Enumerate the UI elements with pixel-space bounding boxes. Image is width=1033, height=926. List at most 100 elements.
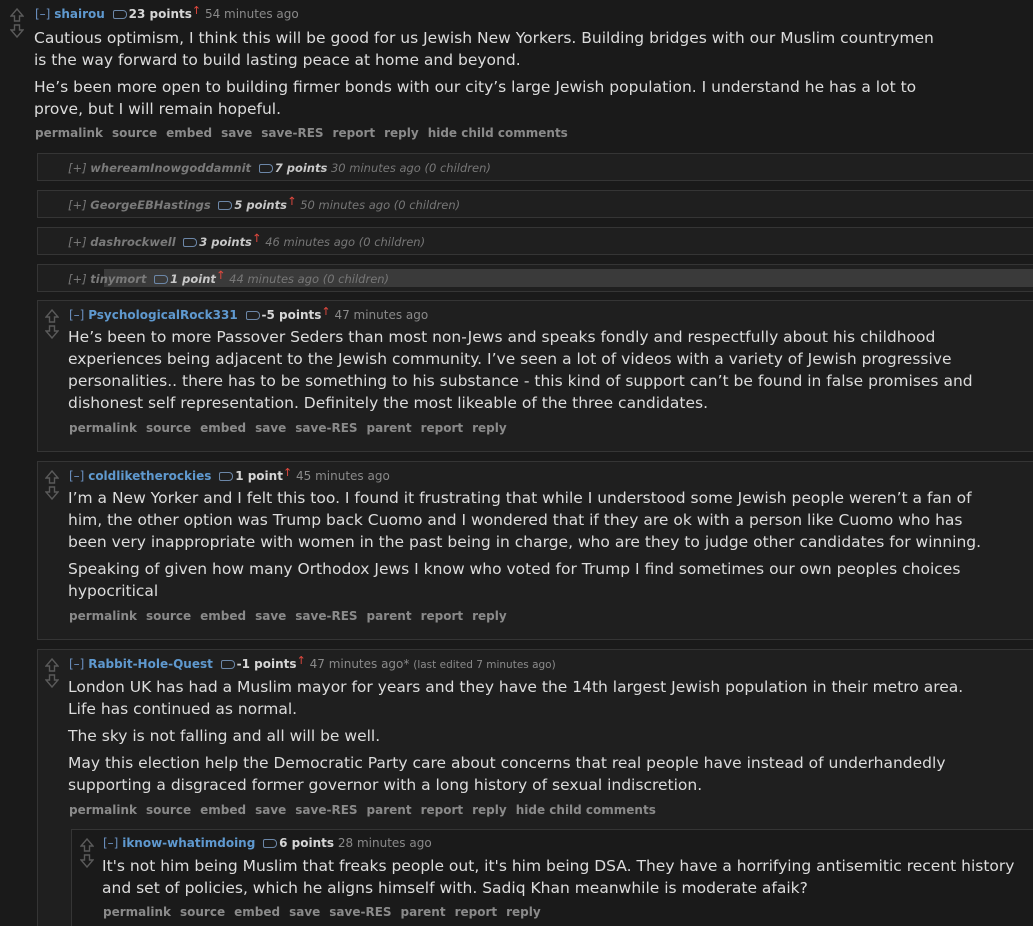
comment-meta: 30 minutes ago (0 children) [330, 161, 491, 175]
save-res-link[interactable]: save-RES [295, 421, 357, 435]
collapse-toggle[interactable]: [–] [35, 7, 50, 21]
comment-body: It's not him being Muslim that freaks pe… [102, 855, 1022, 904]
comment-author[interactable]: tinymort [90, 272, 146, 286]
downvote-arrow-icon[interactable] [45, 486, 59, 500]
collapsed-comment[interactable]: [+] whereamInowgoddamnit 7 points 30 min… [37, 153, 1033, 181]
comment-score: 1 point [170, 272, 216, 286]
source-link[interactable]: source [146, 609, 191, 623]
collapsed-tagline: [+] dashrockwell 3 points↑ 46 minutes ag… [68, 231, 425, 249]
upvote-arrow-icon[interactable] [80, 838, 94, 852]
save-link[interactable]: save [255, 609, 286, 623]
reply-link[interactable]: reply [472, 609, 507, 623]
downvote-arrow-icon[interactable] [45, 325, 59, 339]
source-link[interactable]: source [180, 905, 225, 919]
upvote-arrow-icon[interactable] [45, 658, 59, 672]
vote-buttons [10, 8, 24, 38]
source-link[interactable]: source [146, 803, 191, 817]
source-link[interactable]: source [112, 126, 157, 140]
permalink-link[interactable]: permalink [69, 421, 137, 435]
user-tag-icon[interactable] [112, 10, 127, 19]
permalink-link[interactable]: permalink [69, 803, 137, 817]
user-tag-icon[interactable] [263, 839, 278, 848]
comment-paragraph: May this election help the Democratic Pa… [68, 754, 946, 794]
permalink-link[interactable]: permalink [35, 126, 103, 140]
comment-body: Cautious optimism, I think this will be … [34, 27, 939, 125]
comment-author[interactable]: whereamInowgoddamnit [90, 161, 251, 175]
save-link[interactable]: save [255, 421, 286, 435]
comment-time: 47 minutes ago* [309, 657, 410, 671]
collapsed-tagline: [+] GeorgeEBHastings 5 points↑ 50 minute… [68, 194, 460, 212]
upvoted-marker: ↑ [286, 194, 297, 208]
downvote-arrow-icon[interactable] [80, 854, 94, 868]
save-link[interactable]: save [289, 905, 320, 919]
embed-link[interactable]: embed [166, 126, 212, 140]
parent-link[interactable]: parent [367, 609, 412, 623]
hide-child-comments-link[interactable]: hide child comments [516, 803, 656, 817]
reply-link[interactable]: reply [472, 803, 507, 817]
comment-actions: permalink source embed save save-RES parent re… [69, 803, 665, 817]
save-link[interactable]: save [221, 126, 252, 140]
collapsed-tagline: [+] tinymort 1 point↑ 44 minutes ago (0 … [68, 268, 389, 286]
collapse-toggle[interactable]: [–] [69, 469, 84, 483]
user-tag-icon[interactable] [183, 238, 198, 247]
embed-link[interactable]: embed [200, 421, 246, 435]
expand-toggle[interactable]: [+] [68, 161, 87, 175]
save-res-link[interactable]: save-RES [261, 126, 323, 140]
report-link[interactable]: report [421, 609, 464, 623]
vote-buttons [80, 838, 94, 868]
save-link[interactable]: save [255, 803, 286, 817]
permalink-link[interactable]: permalink [69, 609, 137, 623]
expand-toggle[interactable]: [+] [68, 235, 87, 249]
child-comment: [–] iknow-whatimdoing 6 points 28 minute… [71, 829, 1033, 926]
upvoted-marker: ↑ [251, 231, 262, 245]
parent-link[interactable]: parent [367, 803, 412, 817]
upvote-arrow-icon[interactable] [45, 470, 59, 484]
report-link[interactable]: report [421, 421, 464, 435]
user-tag-icon[interactable] [220, 660, 235, 669]
child-comment: [–] PsychologicalRock331 -5 points↑ 47 m… [37, 300, 1033, 452]
collapse-toggle[interactable]: [–] [103, 836, 118, 850]
comment-author[interactable]: GeorgeEBHastings [90, 198, 210, 212]
collapsed-comment[interactable]: [+] dashrockwell 3 points↑ 46 minutes ag… [37, 227, 1033, 255]
comment-author[interactable]: PsychologicalRock331 [88, 308, 237, 322]
comment-author[interactable]: Rabbit-Hole-Quest [88, 657, 213, 671]
upvote-arrow-icon[interactable] [10, 8, 24, 22]
save-res-link[interactable]: save-RES [295, 609, 357, 623]
user-tag-icon[interactable] [218, 201, 233, 210]
embed-link[interactable]: embed [234, 905, 280, 919]
embed-link[interactable]: embed [200, 803, 246, 817]
parent-link[interactable]: parent [367, 421, 412, 435]
report-link[interactable]: report [455, 905, 498, 919]
permalink-link[interactable]: permalink [103, 905, 171, 919]
upvote-arrow-icon[interactable] [45, 309, 59, 323]
user-tag-icon[interactable] [219, 472, 234, 481]
save-res-link[interactable]: save-RES [329, 905, 391, 919]
expand-toggle[interactable]: [+] [68, 198, 87, 212]
hide-child-comments-link[interactable]: hide child comments [428, 126, 568, 140]
user-tag-icon[interactable] [245, 311, 260, 320]
reply-link[interactable]: reply [472, 421, 507, 435]
user-tag-icon[interactable] [154, 275, 169, 284]
comment-author[interactable]: dashrockwell [90, 235, 175, 249]
collapsed-comment[interactable]: [+] GeorgeEBHastings 5 points↑ 50 minute… [37, 190, 1033, 218]
source-link[interactable]: source [146, 421, 191, 435]
parent-link[interactable]: parent [401, 905, 446, 919]
report-link[interactable]: report [421, 803, 464, 817]
reply-link[interactable]: reply [506, 905, 541, 919]
comment-actions: permalink source embed save save-RES parent re… [69, 421, 516, 435]
collapse-toggle[interactable]: [–] [69, 657, 84, 671]
collapsed-comment[interactable]: [+] tinymort 1 point↑ 44 minutes ago (0 … [37, 264, 1033, 292]
comment-author[interactable]: shairou [54, 7, 105, 21]
collapse-toggle[interactable]: [–] [69, 308, 84, 322]
report-link[interactable]: report [333, 126, 376, 140]
comment-author[interactable]: coldliketherockies [88, 469, 211, 483]
downvote-arrow-icon[interactable] [10, 24, 24, 38]
embed-link[interactable]: embed [200, 609, 246, 623]
save-res-link[interactable]: save-RES [295, 803, 357, 817]
expand-toggle[interactable]: [+] [68, 272, 87, 286]
reply-link[interactable]: reply [384, 126, 419, 140]
upvoted-marker: ↑ [321, 305, 331, 318]
user-tag-icon[interactable] [258, 164, 273, 173]
downvote-arrow-icon[interactable] [45, 674, 59, 688]
comment-author[interactable]: iknow-whatimdoing [122, 836, 255, 850]
